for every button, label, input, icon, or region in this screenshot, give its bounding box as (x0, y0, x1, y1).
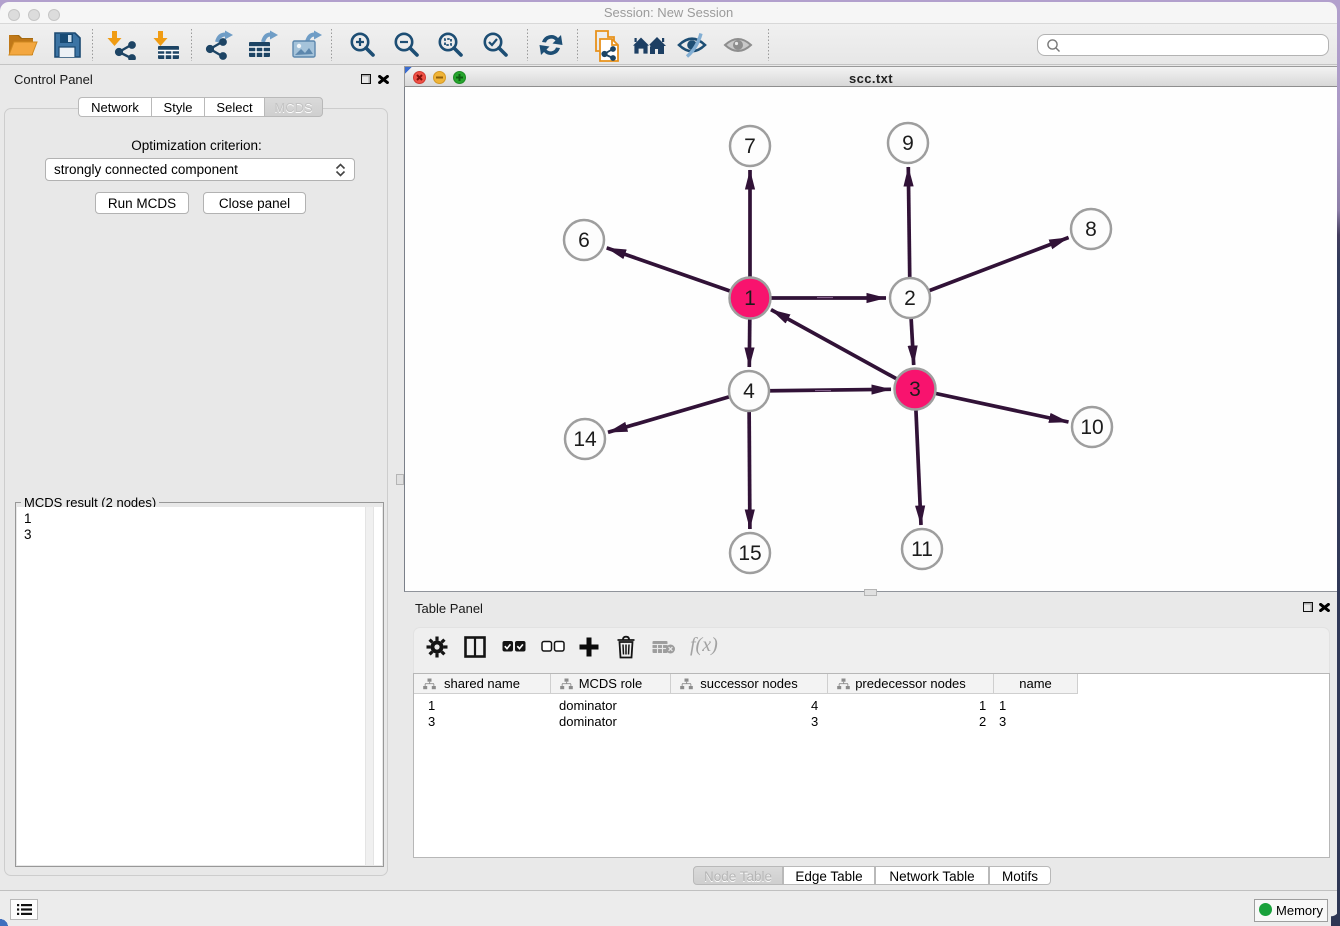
svg-text:15: 15 (738, 542, 761, 565)
svg-text:3: 3 (909, 378, 921, 401)
svg-text:6: 6 (578, 229, 590, 252)
svg-text:2: 2 (904, 287, 916, 310)
svg-text:14: 14 (573, 428, 597, 451)
svg-text:10: 10 (1080, 416, 1103, 439)
svg-text:4: 4 (743, 380, 755, 403)
svg-text:11: 11 (911, 538, 933, 561)
svg-text:9: 9 (902, 132, 914, 155)
svg-text:8: 8 (1085, 218, 1097, 241)
svg-text:7: 7 (744, 135, 756, 158)
svg-text:1: 1 (744, 287, 756, 310)
